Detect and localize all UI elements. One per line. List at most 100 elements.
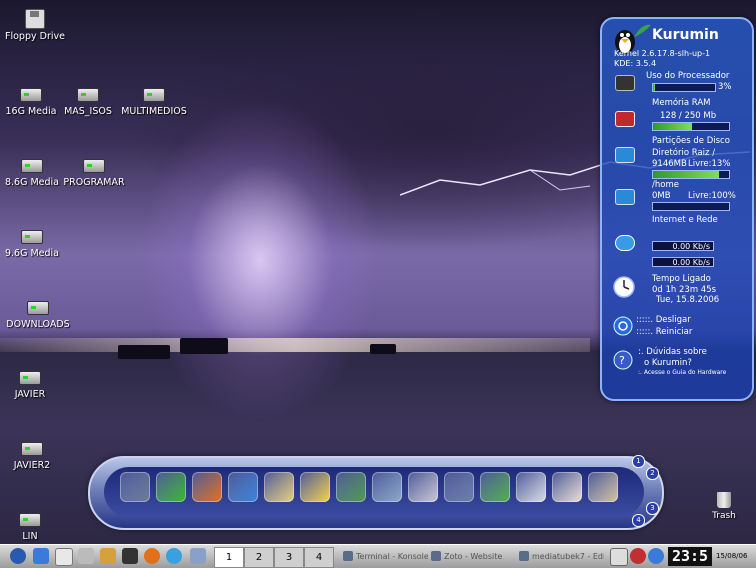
computer-launcher-icon[interactable]	[120, 472, 150, 502]
root-usage-fill	[653, 171, 720, 178]
eject-icon[interactable]	[78, 548, 94, 564]
browser-globe-icon[interactable]	[166, 548, 182, 564]
desktop-switch-1[interactable]: 1	[214, 547, 244, 568]
desktop-icon-label: JAVIER	[14, 389, 46, 400]
desktop-switch-4[interactable]: 4	[304, 547, 334, 568]
desktop-icon-programar[interactable]: PROGRAMAR	[52, 159, 136, 188]
desktop-icon-label: DOWNLOADS	[6, 319, 70, 330]
network-tray-icon[interactable]	[648, 548, 664, 564]
drive-icon	[21, 159, 43, 173]
cpu-chip-icon	[615, 75, 635, 91]
ram-usage-fill	[653, 123, 692, 130]
calculator-launcher-icon[interactable]	[444, 472, 474, 502]
window-list-icon[interactable]	[55, 548, 73, 566]
svg-text:?: ?	[619, 354, 625, 367]
clock-icon	[613, 276, 635, 298]
drive-icon	[20, 88, 42, 102]
boat	[118, 345, 170, 359]
text-editor-launcher-icon[interactable]	[264, 472, 294, 502]
ram-usage-bar	[652, 122, 730, 131]
keyboard-layout-icon[interactable]	[610, 548, 628, 566]
printer-launcher-icon[interactable]	[516, 472, 546, 502]
current-date: Tue, 15.8.2006	[656, 295, 720, 305]
floppy-icon	[25, 9, 45, 29]
home-dir-label: /home	[652, 180, 679, 190]
firefox-icon[interactable]	[144, 548, 160, 564]
root-dir-label: Diretório Raiz /	[652, 148, 716, 158]
taskbar-task-editor[interactable]: mediatubek7 - Editor	[518, 547, 604, 566]
desktop-icon-multimedios[interactable]: MULTIMEDIOS	[112, 88, 196, 117]
kde-version: KDE: 3.5.4	[614, 59, 657, 68]
settings-tools-launcher-icon[interactable]	[588, 472, 618, 502]
city-lights-horizon	[0, 338, 590, 352]
desktop-icon-trash[interactable]: Trash	[706, 492, 742, 521]
desktop-icon-javier2[interactable]: JAVIER2	[0, 442, 74, 471]
root-size: 9146MB	[652, 159, 687, 169]
drive-icon	[21, 230, 43, 244]
network-launcher-icon[interactable]	[480, 472, 510, 502]
desktop-switch-3[interactable]: 3	[274, 547, 304, 568]
dock-page-4-button[interactable]: 4	[632, 514, 645, 527]
root-free: Livre:13%	[688, 159, 731, 169]
cards-game-launcher-icon[interactable]	[552, 472, 582, 502]
home-icon[interactable]	[100, 548, 116, 564]
trash-label: Trash	[712, 511, 736, 521]
network-label: Internet e Rede	[652, 215, 718, 225]
desktop-icon-downloads[interactable]: DOWNLOADS	[0, 301, 80, 330]
desktop-icon-label: LIN	[22, 531, 38, 542]
taskbar-clock[interactable]: 23:5	[668, 547, 712, 566]
home-free: Livre:100%	[688, 191, 736, 201]
notes-launcher-icon[interactable]	[300, 472, 330, 502]
office-launcher-icon[interactable]	[336, 472, 366, 502]
desktop-icon-9-6g-media[interactable]: 9.6G Media	[0, 230, 74, 259]
icq-flower-launcher-icon[interactable]	[156, 472, 186, 502]
help-line2[interactable]: o Kurumin?	[644, 358, 692, 368]
cpu-label: Uso do Processador	[646, 71, 730, 81]
ram-module-icon	[615, 111, 635, 127]
dock-page-3-button[interactable]: 3	[646, 502, 659, 515]
network-download-rate: 0.00 Kb/s	[652, 241, 714, 251]
terminal-icon[interactable]	[122, 548, 138, 564]
help-book-icon[interactable]	[190, 548, 206, 564]
power-icon[interactable]	[613, 316, 633, 336]
desktop-icon-label: 9.6G Media	[4, 248, 60, 259]
desktop-icon-label: Floppy Drive	[5, 31, 65, 42]
desktop-switch-2[interactable]: 2	[244, 547, 274, 568]
dock-page-2-button[interactable]: 2	[646, 467, 659, 480]
photo-camera-launcher-icon[interactable]	[372, 472, 402, 502]
taskbar-task-terminal[interactable]: Terminal - Konsole	[342, 547, 428, 566]
desktop-icon-label: JAVIER2	[13, 460, 51, 471]
taskbar-task-website[interactable]: Zoto - Website	[430, 547, 516, 566]
shutdown-link[interactable]: :::::. Desligar	[636, 315, 691, 325]
dock-page-1-button[interactable]: 1	[632, 455, 645, 468]
help-icon[interactable]: ?	[613, 350, 633, 370]
uptime-value: 0d 1h 23m 45s	[652, 285, 717, 295]
drive-icon	[77, 88, 99, 102]
trash-icon	[717, 492, 731, 508]
desktop-icon-floppy[interactable]: Floppy Drive	[0, 9, 77, 42]
desktop-icon-lin[interactable]: LIN	[0, 513, 72, 542]
panel-title: Kurumin	[652, 27, 719, 43]
kurumin-monitor-panel: Kurumin Kernel 2.6.17.8-slh-up-1 KDE: 3.…	[600, 17, 754, 401]
network-upload-rate: 0.00 Kb/s	[652, 257, 714, 267]
drive-icon	[19, 513, 41, 527]
desktop-icon-label: PROGRAMAR	[63, 177, 125, 188]
home-folder-icon	[615, 189, 635, 205]
volume-icon[interactable]	[630, 548, 646, 564]
show-desktop-icon[interactable]	[33, 548, 49, 564]
home-launcher-icon[interactable]	[228, 472, 258, 502]
desktop-icon-javier[interactable]: JAVIER	[0, 371, 72, 400]
restart-link[interactable]: :::::. Reiniciar	[636, 327, 692, 337]
uptime-label: Tempo Ligado	[652, 274, 711, 284]
home-size: 0MB	[652, 191, 671, 201]
help-line3[interactable]: :. Acesse o Guia do Hardware	[638, 369, 726, 376]
cd-player-launcher-icon[interactable]	[408, 472, 438, 502]
drive-icon	[83, 159, 105, 173]
help-line1[interactable]: :. Dúvidas sobre	[638, 347, 707, 357]
firefox-launcher-icon[interactable]	[192, 472, 222, 502]
home-usage-bar	[652, 202, 730, 211]
ram-label: Memória RAM	[652, 98, 711, 108]
kmenu-icon[interactable]	[10, 548, 26, 564]
leaf-logo-icon	[634, 24, 651, 37]
launcher-dock: 1 2 3 4	[88, 455, 664, 530]
